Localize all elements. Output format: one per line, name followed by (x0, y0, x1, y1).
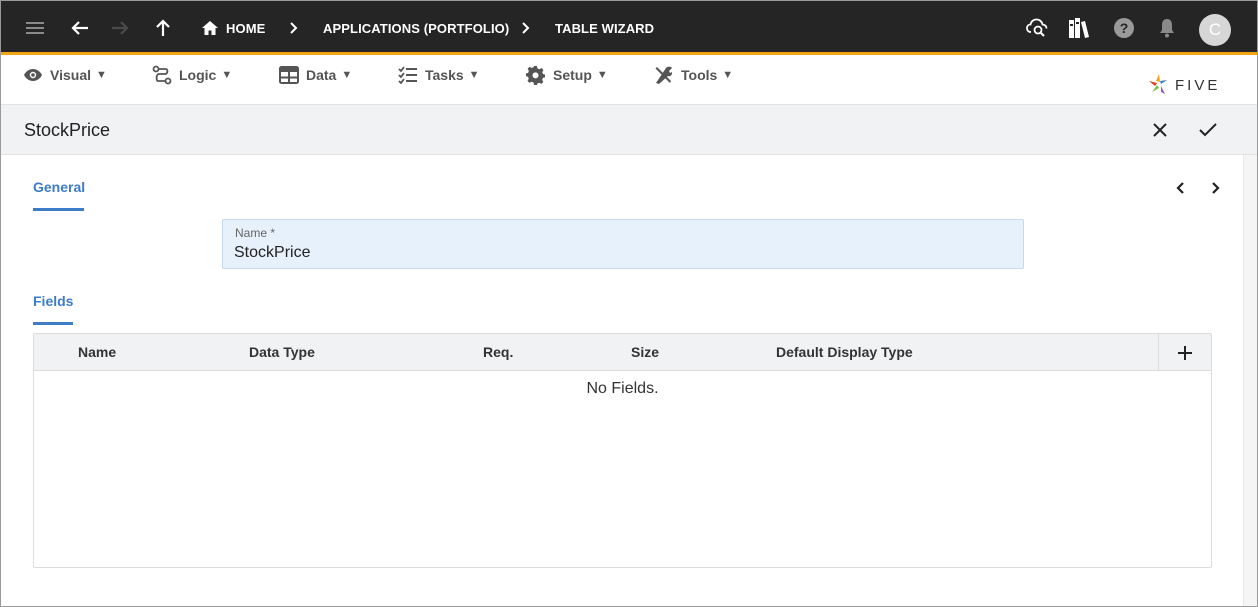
cancel-button[interactable] (1148, 118, 1172, 142)
library-books-icon[interactable] (1067, 16, 1091, 40)
form-title: StockPrice (24, 120, 111, 140)
fields-table-header: Name Data Type Req. Size Default Display… (34, 334, 1211, 371)
five-logo: FIVE (1147, 72, 1220, 98)
column-header-default-display-type[interactable]: Default Display Type (776, 344, 913, 360)
menu-setup-label: Setup (553, 67, 592, 83)
menu-tools[interactable]: Tools ▼ (654, 65, 733, 85)
menu-tasks[interactable]: Tasks ▼ (398, 65, 480, 85)
top-bar: HOME APPLICATIONS (PORTFOLIO) TABLE WIZA… (1, 1, 1257, 55)
svg-text:?: ? (1120, 20, 1129, 36)
scrollbar[interactable] (1243, 155, 1257, 606)
name-field-label: Name * (235, 226, 276, 240)
logo-text: FIVE (1175, 76, 1221, 94)
up-arrow-icon[interactable] (151, 16, 175, 40)
menu-data[interactable]: Data ▼ (279, 65, 352, 85)
forward-arrow-icon[interactable] (108, 16, 132, 40)
breadcrumb-applications[interactable]: APPLICATIONS (PORTFOLIO) (323, 21, 509, 36)
menu-visual[interactable]: Visual ▼ (23, 65, 107, 85)
menu-bar: Visual ▼ Logic ▼ Data ▼ Tasks ▼ Setup ▼ Tools… (1, 58, 1257, 105)
avatar[interactable]: C (1199, 14, 1231, 46)
caret-icon: ▼ (722, 69, 734, 81)
breadcrumb-home[interactable]: HOME (226, 21, 265, 36)
add-field-button[interactable] (1158, 334, 1211, 371)
plus-icon (1178, 345, 1192, 360)
column-header-data-type[interactable]: Data Type (249, 344, 315, 360)
five-logo-mark (1149, 74, 1167, 94)
tab-fields-underline (33, 322, 73, 325)
caret-icon: ▼ (341, 69, 353, 81)
app-window: HOME APPLICATIONS (PORTFOLIO) TABLE WIZA… (0, 0, 1258, 607)
column-header-name[interactable]: Name (78, 344, 116, 360)
checklist-icon (398, 66, 417, 84)
chevron-right-icon (522, 22, 530, 34)
eye-icon (24, 69, 42, 81)
cloud-search-icon[interactable] (1025, 16, 1049, 40)
tab-fields[interactable]: Fields (33, 293, 73, 309)
chevron-right-icon (290, 22, 298, 34)
next-page-button[interactable] (1205, 178, 1225, 198)
table-grid-icon (279, 66, 299, 84)
menu-tasks-label: Tasks (425, 67, 464, 83)
caret-icon: ▼ (468, 69, 480, 81)
help-icon[interactable]: ? (1112, 16, 1136, 40)
menu-data-label: Data (306, 67, 337, 83)
form-header: StockPrice (1, 105, 1257, 155)
menu-tools-label: Tools (681, 67, 718, 83)
tab-general[interactable]: General (33, 179, 85, 195)
caret-icon: ▼ (96, 69, 107, 81)
name-field[interactable]: Name * (222, 219, 1024, 269)
caret-icon: ▼ (596, 69, 608, 81)
bell-icon[interactable] (1155, 16, 1179, 40)
gear-icon (526, 65, 545, 85)
previous-page-button[interactable] (1171, 178, 1191, 198)
tab-general-underline (33, 208, 84, 211)
check-icon (1199, 123, 1217, 137)
empty-state-text: No Fields. (586, 380, 659, 397)
breadcrumb-table-wizard[interactable]: TABLE WIZARD (555, 21, 654, 36)
column-header-req[interactable]: Req. (483, 344, 513, 360)
wrench-screwdriver-icon (655, 66, 673, 84)
fields-table: Name Data Type Req. Size Default Display… (33, 333, 1212, 568)
back-arrow-icon[interactable] (68, 16, 92, 40)
chevron-left-icon (1176, 182, 1184, 194)
home-icon[interactable] (198, 16, 222, 40)
menu-logic[interactable]: Logic ▼ (152, 65, 232, 85)
column-header-size[interactable]: Size (631, 344, 659, 360)
caret-icon: ▼ (221, 69, 233, 81)
logic-flow-icon (152, 65, 172, 85)
name-input[interactable] (234, 242, 994, 264)
menu-icon[interactable] (23, 16, 47, 40)
menu-visual-label: Visual (50, 67, 91, 83)
menu-setup[interactable]: Setup ▼ (526, 65, 608, 85)
save-button[interactable] (1196, 118, 1220, 142)
chevron-right-icon (1212, 182, 1220, 194)
close-icon (1153, 123, 1167, 137)
menu-logic-label: Logic (179, 67, 217, 83)
